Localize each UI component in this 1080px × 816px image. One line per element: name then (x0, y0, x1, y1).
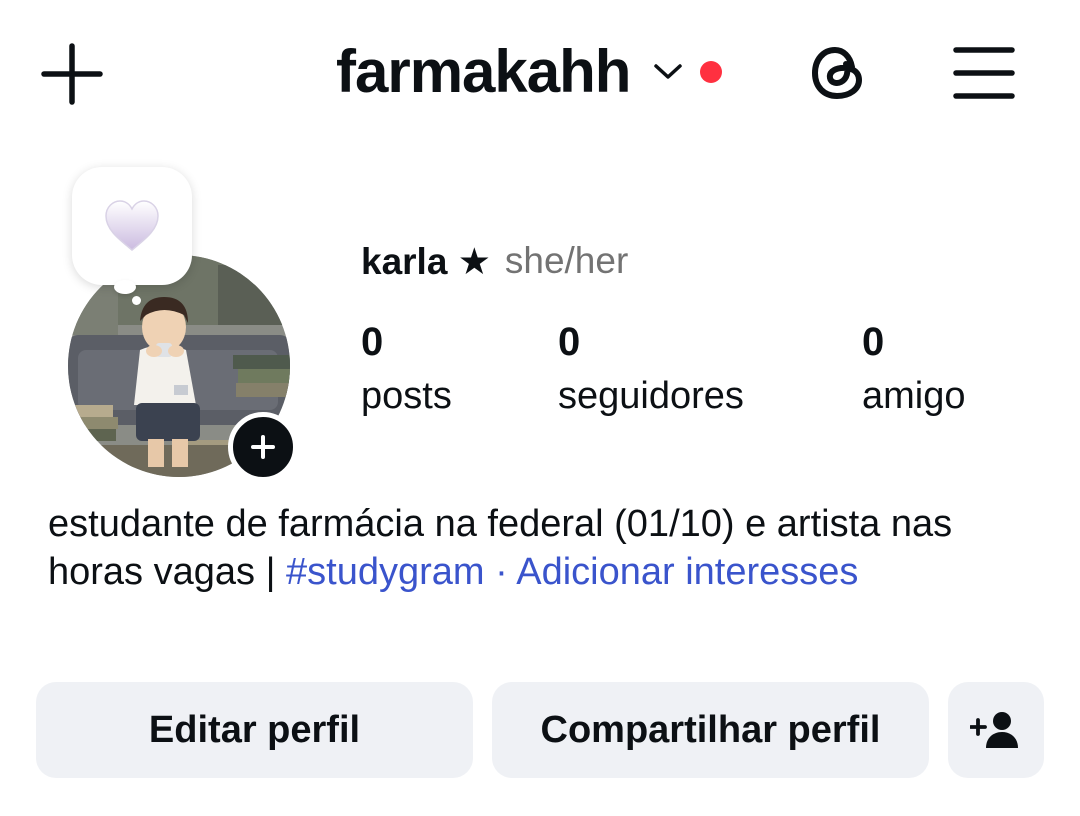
profile-username: farmakahh (336, 38, 631, 105)
stat-label: posts (361, 375, 452, 417)
plus-icon (41, 43, 103, 105)
threads-icon (812, 47, 862, 99)
stat-label: seguidores (558, 375, 744, 417)
stat-value: 0 (862, 320, 885, 364)
stat-value: 0 (558, 320, 581, 364)
hashtag-link[interactable]: #studygram (286, 551, 485, 593)
plus-icon (251, 435, 275, 459)
note-bubble[interactable] (72, 167, 192, 285)
note-tail-dot (114, 280, 136, 294)
profile-bio: estudante de farmácia na federal (01/10)… (48, 500, 1038, 596)
share-profile-button[interactable]: Compartilhar perfil (492, 682, 929, 778)
stat-value: 0 (361, 320, 384, 364)
name-row: karla ★ she/her (361, 236, 628, 286)
pronouns: she/her (504, 240, 629, 281)
menu-button[interactable] (948, 40, 1020, 106)
notification-dot (700, 61, 723, 83)
bio-separator: · (484, 551, 517, 593)
display-name: karla ★ (361, 240, 491, 282)
add-story-button[interactable] (228, 412, 298, 482)
stat-label: amigo (862, 375, 966, 417)
note-tail-dot-small (132, 296, 141, 305)
chevron-down-icon (652, 56, 684, 88)
discover-people-button[interactable] (948, 682, 1044, 778)
share-profile-label: Compartilhar perfil (540, 708, 881, 751)
add-person-icon (970, 712, 1018, 748)
hamburger-menu-icon (953, 47, 1015, 99)
edit-profile-label: Editar perfil (148, 708, 361, 751)
profile-header: farmakahh (0, 0, 1080, 145)
stat-posts[interactable]: 0 posts (361, 318, 452, 420)
stat-friends[interactable]: 0 amigo (862, 318, 966, 420)
account-switcher[interactable]: farmakahh (336, 32, 723, 112)
threads-button[interactable] (804, 38, 874, 108)
create-button[interactable] (36, 38, 108, 110)
white-heart-icon (105, 200, 159, 251)
stat-followers[interactable]: 0 seguidores (558, 318, 744, 420)
edit-profile-button[interactable]: Editar perfil (36, 682, 473, 778)
add-interests-link[interactable]: Adicionar interesses (516, 551, 858, 593)
